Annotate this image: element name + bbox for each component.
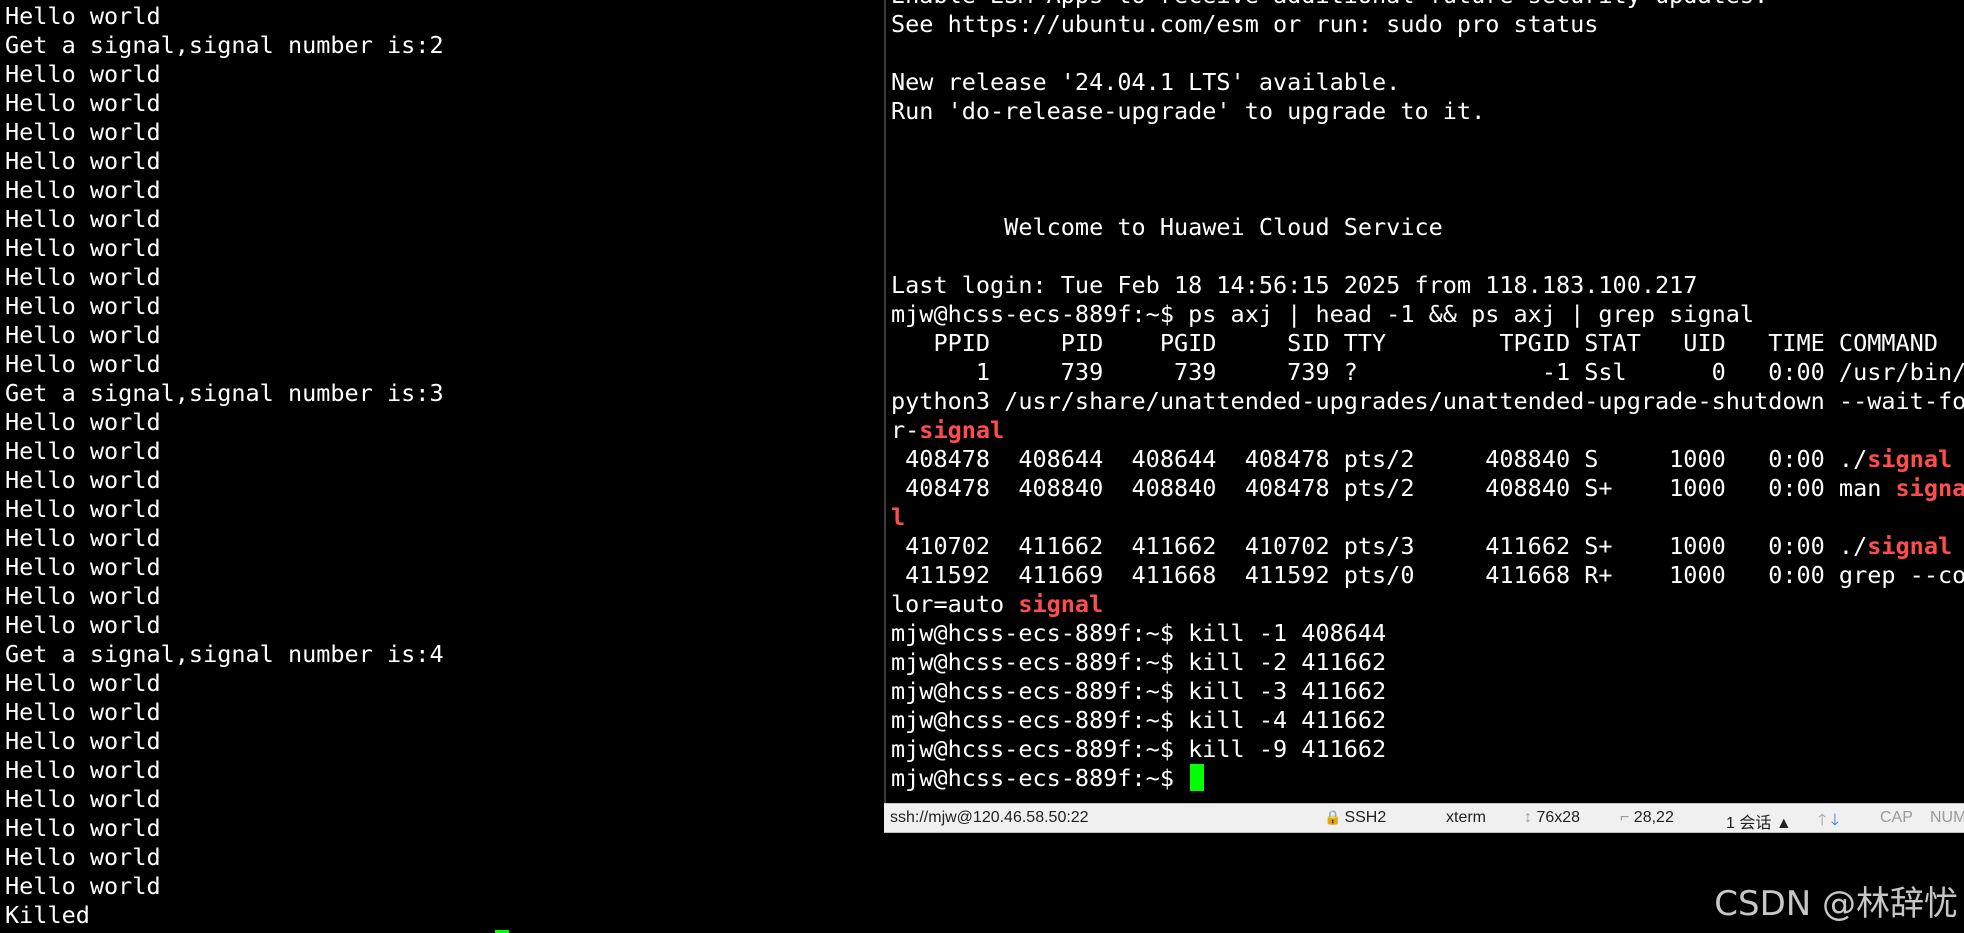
terminal-line: mjw@hcss-ecs-889f:~$ kill -1 408644	[891, 619, 1387, 647]
terminal-line: Killed	[5, 901, 90, 929]
terminal-text: 410702 411662 411662 410702 pts/3 411662…	[891, 532, 1868, 560]
terminal-text: lor=auto	[891, 590, 1019, 618]
terminal-line: Get a signal,signal number is:4	[5, 640, 444, 668]
terminal-line: Hello world	[5, 176, 161, 204]
protocol-indicator: 🔒 SSH2	[1324, 809, 1386, 827]
grep-match: signal	[919, 416, 1005, 444]
terminal-line: mjw@hcss-ecs-889f:~$ ps axj | head -1 &&…	[891, 300, 1755, 328]
terminal-line: 411592 411669 411668 411592 pts/0 411668…	[891, 561, 1964, 589]
terminal-line: PPID PID PGID SID TTY TPGID STAT UID TIM…	[891, 329, 1938, 357]
terminal-line: Hello world	[5, 466, 161, 494]
cursor-position-label: 28,22	[1633, 809, 1674, 826]
download-arrow-icon: 🡓	[1830, 812, 1840, 829]
terminal-line: Hello world	[5, 60, 161, 88]
terminal-line: See https://ubuntu.com/esm or run: sudo …	[891, 10, 1599, 38]
grep-match: signal	[1018, 590, 1104, 618]
terminal-text: 408478 408840 408840 408478 pts/2 408840…	[891, 474, 1896, 502]
caps-lock-indicator: CAP	[1880, 809, 1913, 826]
left-terminal-output: Hello world Get a signal,signal number is…	[0, 2, 882, 930]
terminal-line: Hello world	[5, 118, 161, 146]
terminal-line: Hello world	[5, 147, 161, 175]
terminal-line: Get a signal,signal number is:2	[5, 31, 444, 59]
terminal-prompt-line[interactable]: mjw@hcss-ecs-889f:~$	[891, 764, 1961, 793]
terminal-type: xterm	[1446, 809, 1486, 826]
terminal-line: Hello world	[5, 408, 161, 436]
terminal-line: Welcome to Huawei Cloud Service	[891, 213, 1443, 241]
terminal-line: Hello world	[5, 756, 161, 784]
terminal-line: r-signal	[891, 416, 1961, 445]
connection-address: ssh://mjw@120.46.58.50:22	[890, 809, 1089, 826]
status-bar: ssh://mjw@120.46.58.50:22 🔒 SSH2 xterm ↕ …	[884, 803, 1964, 833]
caret-up-icon: ▲	[1775, 815, 1792, 832]
terminal-line: Hello world	[5, 263, 161, 291]
terminal-line: Hello world	[5, 205, 161, 233]
lock-icon: 🔒	[1324, 809, 1342, 825]
terminal-line: Hello world	[5, 872, 161, 900]
cursor-position: ⌐ 28,22	[1620, 809, 1674, 827]
grep-match: l	[891, 503, 906, 531]
transfer-indicator: 🡑 🡓	[1818, 809, 1839, 836]
terminal-line: Hello world	[5, 2, 161, 30]
terminal-line: mjw@hcss-ecs-889f:~$ kill -9 411662	[891, 735, 1387, 763]
terminal-cursor	[1190, 764, 1205, 791]
shell-prompt: mjw@hcss-ecs-889f:~$	[891, 764, 1189, 792]
terminal-line: python3 /usr/share/unattended-upgrades/u…	[891, 387, 1964, 415]
terminal-line: Hello world	[5, 524, 161, 552]
terminal-line: Hello world	[5, 495, 161, 523]
grep-match: signal	[1867, 445, 1953, 473]
terminal-line: Hello world	[5, 234, 161, 262]
grep-match: signal	[1867, 532, 1953, 560]
terminal-line: Hello world	[5, 350, 161, 378]
right-terminal-pane[interactable]: Enable ESM Apps to receive additional fu…	[884, 0, 1964, 828]
session-count-label: 1 会话	[1726, 815, 1772, 832]
terminal-line: mjw@hcss-ecs-889f:~$ kill -4 411662	[891, 706, 1387, 734]
upload-arrow-icon: 🡑	[1818, 812, 1827, 829]
terminal-size-label: 76x28	[1536, 809, 1581, 826]
terminal-line: Run 'do-release-upgrade' to upgrade to i…	[891, 97, 1486, 125]
terminal-line: 410702 411662 411662 410702 pts/3 411662…	[891, 532, 1961, 561]
left-terminal-pane[interactable]: Hello world Get a signal,signal number is…	[0, 0, 882, 933]
terminal-line: lor=auto signal	[891, 590, 1961, 619]
watermark: CSDN @林辞忧	[1714, 884, 1958, 924]
num-lock-indicator: NUM	[1930, 809, 1964, 826]
resize-icon: ↕	[1524, 809, 1532, 826]
terminal-line: New release '24.04.1 LTS' available.	[891, 68, 1401, 96]
terminal-line: Enable ESM Apps to receive additional fu…	[891, 0, 1961, 10]
terminal-line: mjw@hcss-ecs-889f:~$ kill -3 411662	[891, 677, 1387, 705]
terminal-line: Hello world	[5, 785, 161, 813]
terminal-size: ↕ 76x28	[1524, 809, 1580, 827]
terminal-line: Get a signal,signal number is:3	[5, 379, 444, 407]
cursor-position-icon: ⌐	[1620, 809, 1630, 826]
terminal-line: Hello world	[5, 582, 161, 610]
terminal-line: Hello world	[5, 669, 161, 697]
session-count[interactable]: 1 会话 ▲	[1726, 809, 1792, 833]
terminal-line: Hello world	[5, 611, 161, 639]
terminal-line: Hello world	[5, 698, 161, 726]
terminal-line: Hello world	[5, 292, 161, 320]
terminal-line: Last login: Tue Feb 18 14:56:15 2025 fro…	[891, 271, 1698, 299]
terminal-line: mjw@hcss-ecs-889f:~$ kill -2 411662	[891, 648, 1387, 676]
terminal-line: 1 739 739 739 ? -1 Ssl 0 0:00 /usr/bin/	[891, 358, 1964, 386]
protocol-label: SSH2	[1344, 809, 1387, 826]
terminal-line: 408478 408840 408840 408478 pts/2 408840…	[891, 474, 1964, 503]
terminal-line: 408478 408644 408644 408478 pts/2 408840…	[891, 445, 1961, 474]
terminal-line: l	[891, 503, 1961, 532]
terminal-text: 408478 408644 408644 408478 pts/2 408840…	[891, 445, 1868, 473]
right-terminal-output: Enable ESM Apps to receive additional fu…	[886, 0, 1964, 793]
grep-match: signa	[1895, 474, 1964, 502]
terminal-line: Hello world	[5, 843, 161, 871]
terminal-line: Hello world	[5, 553, 161, 581]
terminal-line: Hello world	[5, 89, 161, 117]
terminal-line: Hello world	[5, 727, 161, 755]
terminal-line: Hello world	[5, 321, 161, 349]
terminal-text: r-	[891, 416, 920, 444]
terminal-line: Hello world	[5, 814, 161, 842]
terminal-line: Hello world	[5, 437, 161, 465]
